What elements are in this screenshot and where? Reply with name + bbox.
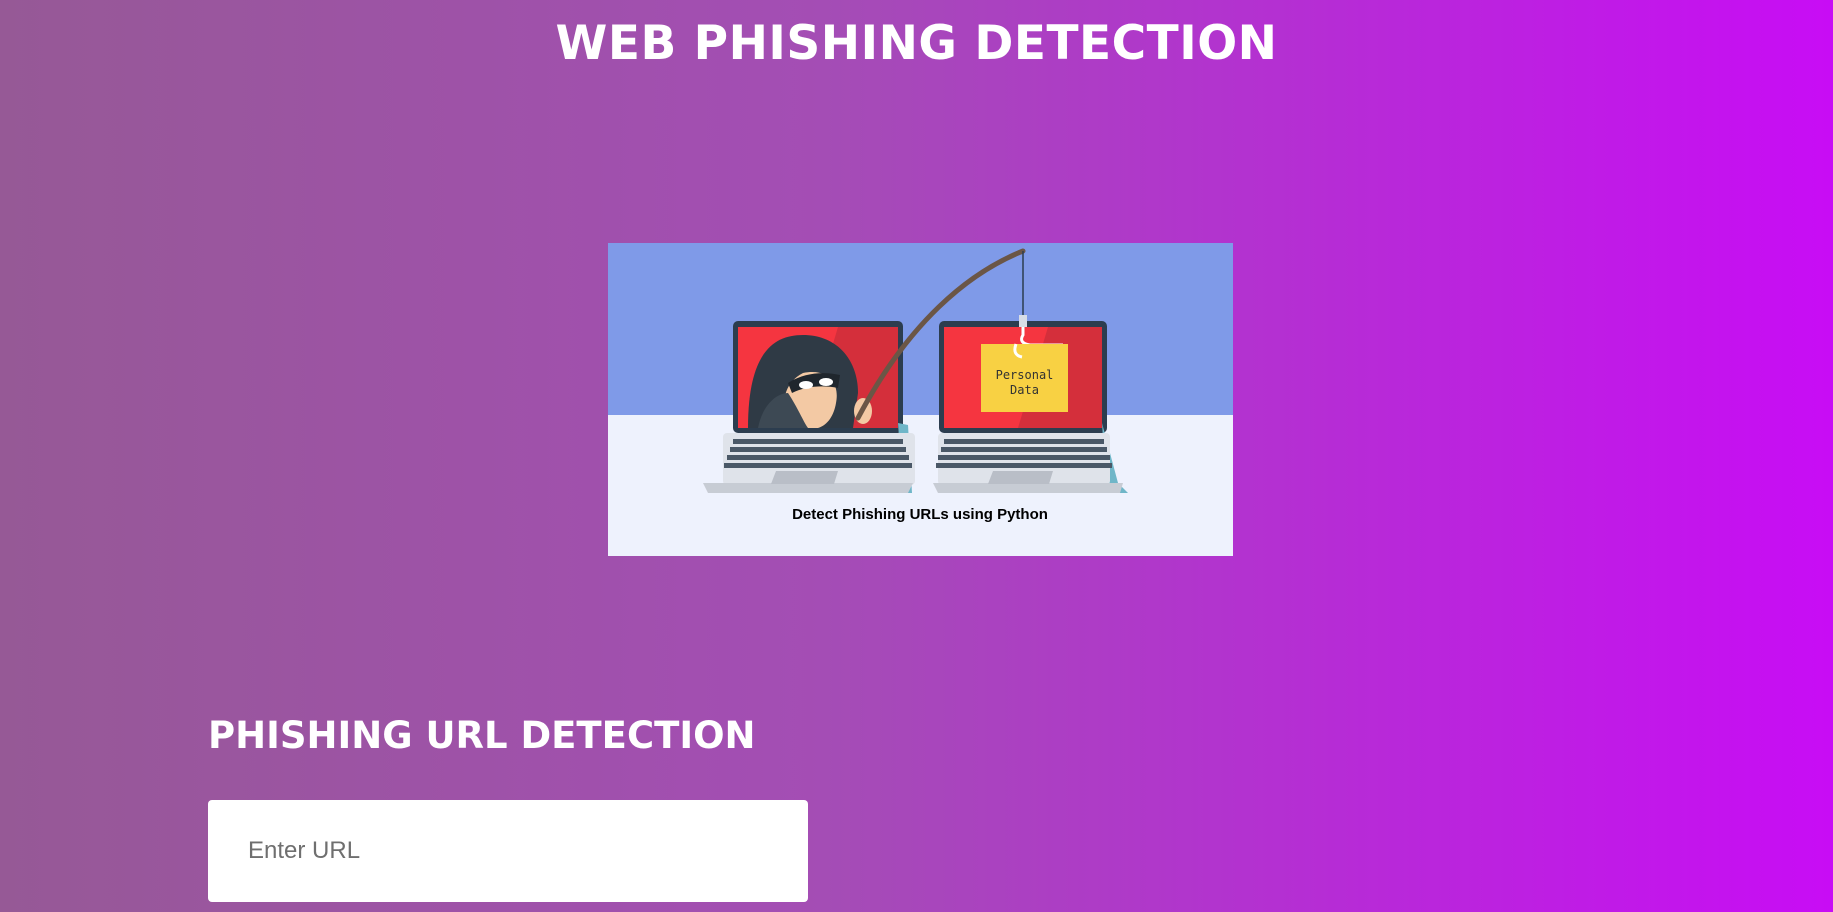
section-title: PHISHING URL DETECTION <box>208 714 756 757</box>
phishing-illustration: Personal Data Detect Phishing URLs using… <box>608 243 1233 556</box>
card-label-line2: Data <box>1010 383 1039 397</box>
hero-caption: Detect Phishing URLs using Python <box>792 506 1048 523</box>
personal-data-card-icon: Personal Data <box>981 343 1068 412</box>
hero-image: Personal Data Detect Phishing URLs using… <box>608 243 1233 556</box>
card-label-line1: Personal <box>996 368 1054 382</box>
page-title: WEB PHISHING DETECTION <box>555 16 1278 71</box>
url-input[interactable] <box>208 800 808 902</box>
